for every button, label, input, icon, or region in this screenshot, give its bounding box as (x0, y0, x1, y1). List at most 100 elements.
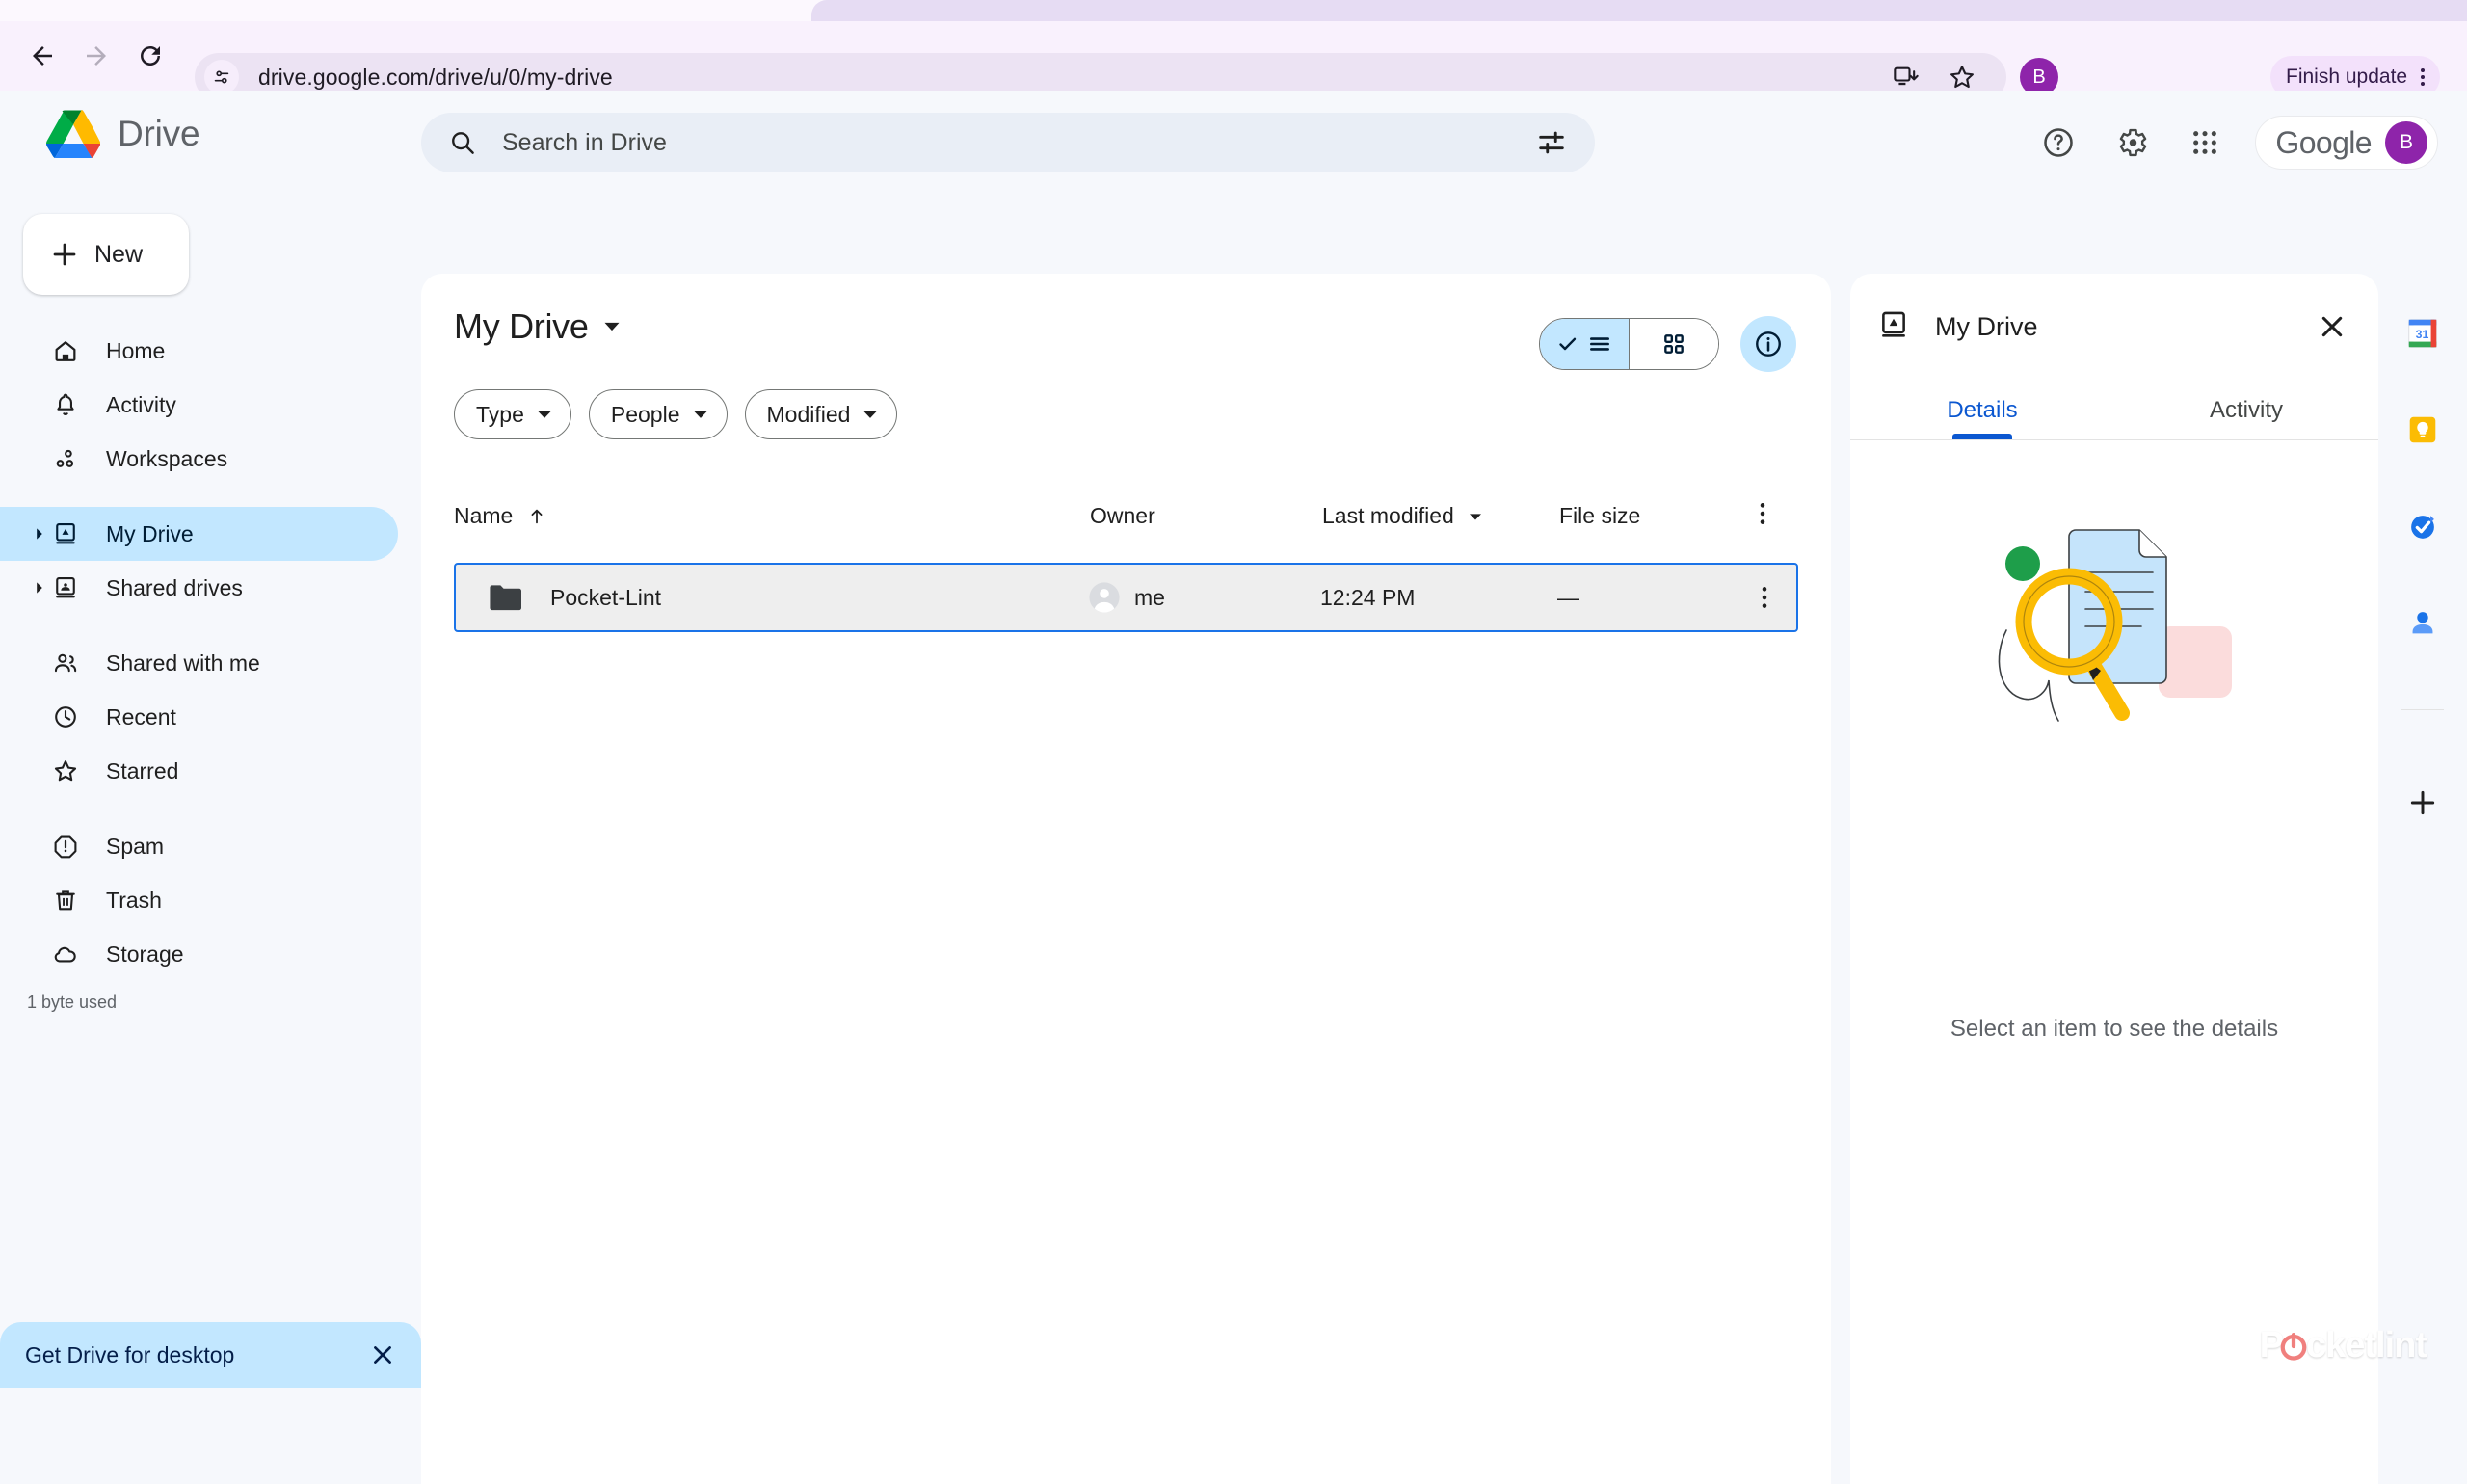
my-drive-icon (52, 520, 93, 547)
clock-icon (52, 703, 93, 730)
google-calendar-icon[interactable]: 31 (2401, 312, 2444, 355)
tab-details[interactable]: Details (1850, 382, 2114, 439)
sidebar-item-trash[interactable]: Trash (0, 873, 398, 927)
info-icon (1753, 329, 1784, 359)
chevron-down-icon[interactable] (602, 317, 622, 336)
chip-label: People (611, 402, 680, 428)
cloud-icon (52, 941, 93, 967)
column-header-name[interactable]: Name (454, 503, 547, 529)
sidebar-item-activity[interactable]: Activity (0, 378, 398, 432)
browser-toolbar: drive.google.com/drive/u/0/my-drive B Fi… (0, 21, 2467, 91)
advanced-search-button[interactable] (1535, 126, 1568, 159)
nav-spacer (0, 798, 421, 819)
sidebar-item-storage[interactable]: Storage (0, 927, 398, 981)
list-icon (1587, 331, 1612, 357)
shared-drives-icon (52, 574, 93, 601)
new-button[interactable]: New (23, 214, 189, 295)
gear-icon (2114, 125, 2149, 160)
filter-chip-people[interactable]: People (589, 389, 728, 439)
chrome-menu-icon[interactable] (2421, 68, 2425, 86)
drive-header: Drive Search in Drive (0, 91, 2467, 195)
sidebar-item-my-drive[interactable]: My Drive (0, 507, 398, 561)
row-more-actions-button[interactable] (1752, 581, 1777, 614)
install-desktop-icon (1893, 64, 1920, 91)
browser-tab[interactable] (811, 0, 2467, 21)
forward-arrow-icon (82, 41, 111, 70)
folder-icon (489, 583, 521, 612)
column-header-file-size[interactable]: File size (1559, 503, 1640, 529)
nav-spacer (0, 486, 421, 507)
finish-update-label: Finish update (2286, 66, 2407, 89)
file-table-header: Name Owner Last modified File size (454, 493, 1798, 543)
browser-tab-overflow[interactable] (2371, 0, 2467, 21)
sidebar-item-starred[interactable]: Starred (0, 744, 398, 798)
sidebar-item-recent[interactable]: Recent (0, 690, 398, 744)
sidebar-item-label: My Drive (106, 521, 194, 547)
add-apps-button[interactable] (2401, 782, 2444, 824)
back-button[interactable] (15, 29, 69, 83)
column-header-last-modified[interactable]: Last modified (1322, 503, 1483, 529)
drive-header-actions: Google B (2035, 91, 2438, 195)
details-panel-title: My Drive (1935, 312, 2038, 342)
google-tasks-icon[interactable] (2401, 505, 2444, 547)
settings-button[interactable] (2109, 119, 2155, 166)
banner-close-button[interactable] (369, 1341, 396, 1368)
chevron-down-icon (862, 406, 879, 423)
google-apps-button[interactable] (2182, 119, 2228, 166)
avatar: B (2385, 121, 2427, 164)
tab-activity[interactable]: Activity (2114, 382, 2378, 439)
sidebar-item-home[interactable]: Home (0, 324, 398, 378)
chevron-right-icon[interactable] (27, 581, 52, 595)
file-owner: me (1088, 581, 1165, 614)
filter-chip-modified[interactable]: Modified (745, 389, 898, 439)
google-keep-icon[interactable] (2401, 409, 2444, 451)
my-drive-icon (1877, 308, 1910, 346)
sidebar-item-shared-drives[interactable]: Shared drives (0, 561, 398, 615)
site-info-button[interactable] (204, 60, 239, 94)
details-info-button[interactable] (1740, 316, 1796, 372)
chevron-down-icon (692, 406, 709, 423)
back-arrow-icon (28, 41, 57, 70)
apps-grid-icon (2189, 127, 2220, 158)
page-title[interactable]: My Drive (454, 306, 622, 347)
view-controls (1539, 316, 1796, 372)
url-text[interactable]: drive.google.com/drive/u/0/my-drive (258, 65, 613, 91)
reload-button[interactable] (123, 29, 177, 83)
sidebar: New Home (0, 195, 421, 1388)
search-input[interactable]: Search in Drive (421, 113, 1595, 172)
details-panel-tabs: Details Activity (1850, 382, 2378, 439)
column-options-button[interactable] (1750, 497, 1775, 530)
help-button[interactable] (2035, 119, 2082, 166)
sidebar-item-workspaces[interactable]: Workspaces (0, 432, 398, 486)
chevron-right-icon[interactable] (27, 527, 52, 541)
details-empty-message: Select an item to see the details (1850, 1016, 2378, 1043)
file-size: — (1557, 585, 1579, 611)
account-circle-icon (1088, 581, 1121, 614)
tune-icon (1535, 126, 1568, 159)
google-contacts-icon[interactable] (2401, 601, 2444, 644)
table-row[interactable]: Pocket-Lint me 12:24 PM — (454, 563, 1798, 632)
chip-label: Modified (767, 402, 851, 428)
sidebar-item-shared-with-me[interactable]: Shared with me (0, 636, 398, 690)
more-vertical-icon (1750, 497, 1775, 530)
storage-usage-text: 1 byte used (0, 993, 421, 1013)
details-panel-close-button[interactable] (2313, 307, 2351, 346)
filter-chip-type[interactable]: Type (454, 389, 571, 439)
google-account-button[interactable]: Google B (2255, 116, 2438, 170)
drive-logo-area[interactable]: Drive (46, 110, 199, 158)
power-icon (2279, 1332, 2308, 1361)
grid-view-button[interactable] (1630, 319, 1718, 369)
pocket-lint-watermark: P cketlint (2260, 1325, 2427, 1366)
sidebar-item-label: Spam (106, 834, 164, 860)
get-drive-desktop-banner[interactable]: Get Drive for desktop (0, 1322, 421, 1388)
magnifier-document-illustration (1970, 513, 2259, 758)
forward-button[interactable] (69, 29, 123, 83)
column-header-owner[interactable]: Owner (1090, 503, 1155, 529)
sidebar-item-label: Workspaces (106, 446, 227, 472)
close-icon (2317, 311, 2348, 342)
sidebar-item-spam[interactable]: Spam (0, 819, 398, 873)
grid-icon (1661, 331, 1686, 357)
filter-chip-row: Type People Modified (454, 389, 897, 439)
list-view-button[interactable] (1540, 319, 1629, 369)
sidebar-item-label: Shared drives (106, 575, 243, 601)
